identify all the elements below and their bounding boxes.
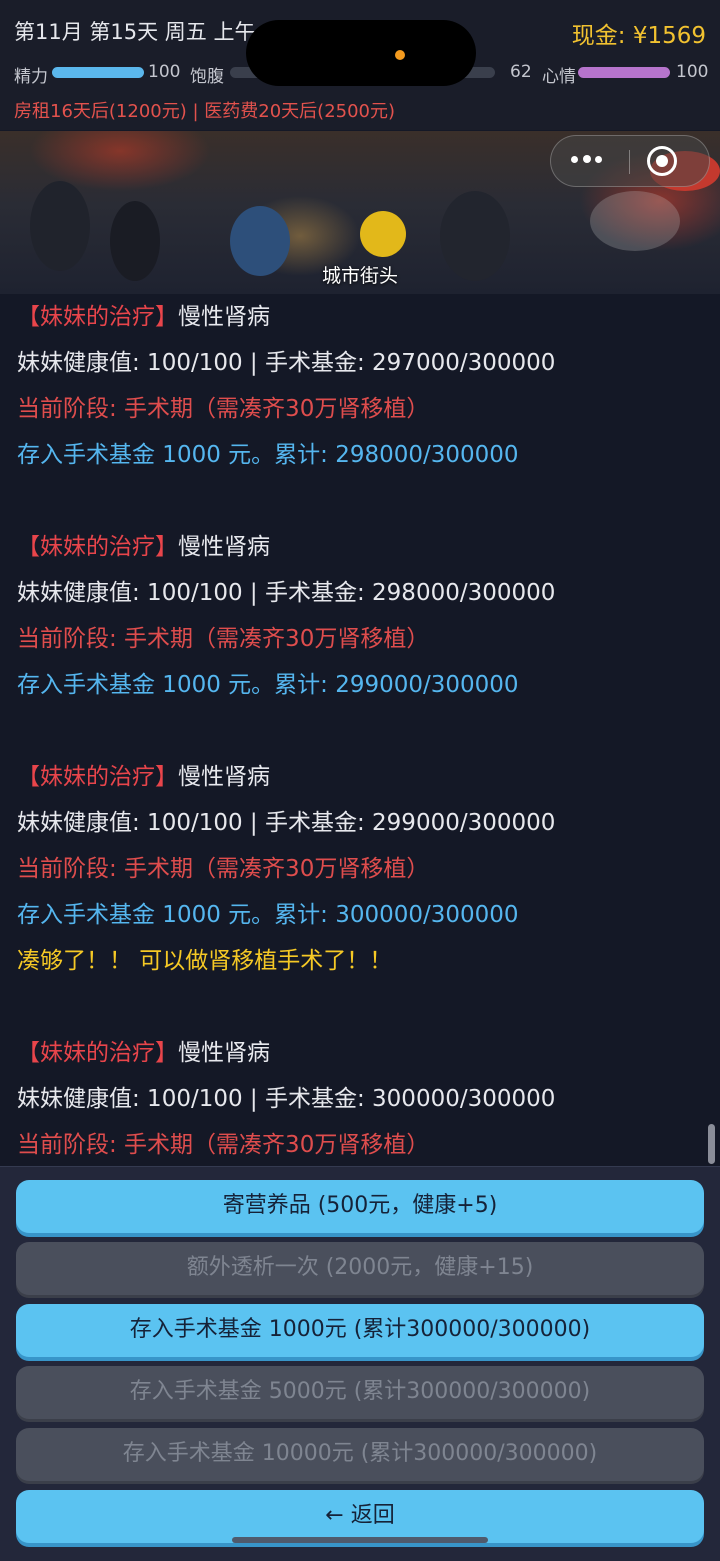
stat-energy: 精力 100 [14, 62, 194, 87]
stat-mood: 心情 100 [542, 62, 712, 87]
log-line: 当前阶段: 手术期（需凑齐30万肾移植） [17, 846, 720, 892]
log-line: 当前阶段: 手术期（需凑齐30万肾移植） [17, 1122, 720, 1166]
stat-energy-label: 精力 [14, 67, 48, 87]
log-line: 存入手术基金 1000 元。累计: 300000/300000 [17, 892, 720, 938]
upcoming-bills: 房租16天后(1200元) | 医药费20天后(2500元) [14, 101, 396, 122]
log-text: 妹妹健康值: 100/100 | 手术基金: 299000/300000 [17, 810, 556, 836]
log-text: 当前阶段: 手术期（需凑齐30万肾移植） [17, 396, 430, 422]
log-text: 存入手术基金 1000 元。累计: 300000/300000 [17, 902, 519, 928]
send-supplements-button[interactable]: 寄营养品 (500元，健康+5) [16, 1180, 704, 1233]
log-line: 【妹妹的治疗】慢性肾病 [17, 1030, 720, 1076]
log-line: 【妹妹的治疗】慢性肾病 [17, 294, 720, 340]
scene-smoke [590, 191, 680, 251]
log-subtitle: 慢性肾病 [178, 764, 270, 790]
more-icon[interactable] [571, 155, 607, 166]
home-indicator [232, 1537, 488, 1543]
log-text: 当前阶段: 手术期（需凑齐30万肾移植） [17, 1132, 430, 1158]
log-line: 妹妹健康值: 100/100 | 手术基金: 299000/300000 [17, 800, 720, 846]
event-log: 【妹妹的治疗】慢性肾病 妹妹健康值: 100/100 | 手术基金: 297000… [0, 294, 720, 1166]
deposit-5000-button[interactable]: 存入手术基金 5000元 (累计300000/300000) [16, 1366, 704, 1419]
stat-mood-value: 100 [676, 62, 709, 82]
log-text: 妹妹健康值: 100/100 | 手术基金: 298000/300000 [17, 580, 556, 606]
log-text: 【妹妹的治疗】 [17, 304, 178, 330]
log-text: 妹妹健康值: 100/100 | 手术基金: 297000/300000 [17, 350, 556, 376]
log-subtitle: 慢性肾病 [178, 1040, 270, 1066]
log-text: 【妹妹的治疗】 [17, 1040, 178, 1066]
log-spacer [17, 708, 720, 754]
stat-satiety-label: 饱腹 [190, 67, 224, 87]
log-scrollbar[interactable] [708, 1124, 715, 1164]
log-subtitle: 慢性肾病 [178, 304, 270, 330]
camera-notch [246, 20, 476, 86]
log-line: 当前阶段: 手术期（需凑齐30万肾移植） [17, 616, 720, 662]
close-target-icon[interactable] [647, 146, 677, 176]
stat-mood-label: 心情 [542, 67, 576, 87]
log-line: 妹妹健康值: 100/100 | 手术基金: 298000/300000 [17, 570, 720, 616]
log-line: 当前阶段: 手术期（需凑齐30万肾移植） [17, 386, 720, 432]
deposit-1000-button[interactable]: 存入手术基金 1000元 (累计300000/300000) [16, 1304, 704, 1357]
log-line: 【妹妹的治疗】慢性肾病 [17, 754, 720, 800]
cash-display: 现金: ¥1569 [571, 23, 706, 49]
recording-indicator [395, 50, 405, 60]
scene-figure [30, 181, 90, 271]
stat-satiety-value: 62 [510, 62, 532, 82]
log-line: 【妹妹的治疗】慢性肾病 [17, 524, 720, 570]
log-line: 妹妹健康值: 100/100 | 手术基金: 300000/300000 [17, 1076, 720, 1122]
log-spacer [17, 478, 720, 524]
log-text: 存入手术基金 1000 元。累计: 298000/300000 [17, 442, 519, 468]
log-text: 【妹妹的治疗】 [17, 534, 178, 560]
deposit-10000-button[interactable]: 存入手术基金 10000元 (累计300000/300000) [16, 1428, 704, 1481]
extra-dialysis-button[interactable]: 额外透析一次 (2000元，健康+15) [16, 1242, 704, 1295]
log-line: 妹妹健康值: 100/100 | 手术基金: 297000/300000 [17, 340, 720, 386]
log-text: 当前阶段: 手术期（需凑齐30万肾移植） [17, 626, 430, 652]
scene-caption: 城市街头 [321, 265, 398, 287]
log-text: 存入手术基金 1000 元。累计: 299000/300000 [17, 672, 519, 698]
stat-mood-bar [578, 67, 670, 78]
stat-energy-value: 100 [148, 62, 181, 82]
capsule-divider [629, 150, 630, 174]
log-text: 妹妹健康值: 100/100 | 手术基金: 300000/300000 [17, 1086, 556, 1112]
stat-energy-bar [52, 67, 144, 78]
log-text: 当前阶段: 手术期（需凑齐30万肾移植） [17, 856, 430, 882]
action-panel: 寄营养品 (500元，健康+5) 额外透析一次 (2000元，健康+15) 存入手术… [0, 1166, 720, 1561]
scene-figure [360, 211, 406, 257]
log-line: 凑够了！！ 可以做肾移植手术了！！ [17, 938, 720, 984]
log-line: 存入手术基金 1000 元。累计: 299000/300000 [17, 662, 720, 708]
log-subtitle: 慢性肾病 [178, 534, 270, 560]
back-button[interactable]: ← 返回 [16, 1490, 704, 1543]
log-line: 存入手术基金 1000 元。累计: 298000/300000 [17, 432, 720, 478]
miniprogram-capsule [550, 135, 710, 187]
log-text: 【妹妹的治疗】 [17, 764, 178, 790]
date-line: 第11月 第15天 周五 上午 [14, 20, 256, 44]
log-text: 凑够了！！ 可以做肾移植手术了！！ [17, 948, 393, 974]
log-spacer [17, 984, 720, 1030]
status-header: 第11月 第15天 周五 上午 现金: ¥1569 精力 100 饱腹 62 心… [0, 0, 720, 130]
